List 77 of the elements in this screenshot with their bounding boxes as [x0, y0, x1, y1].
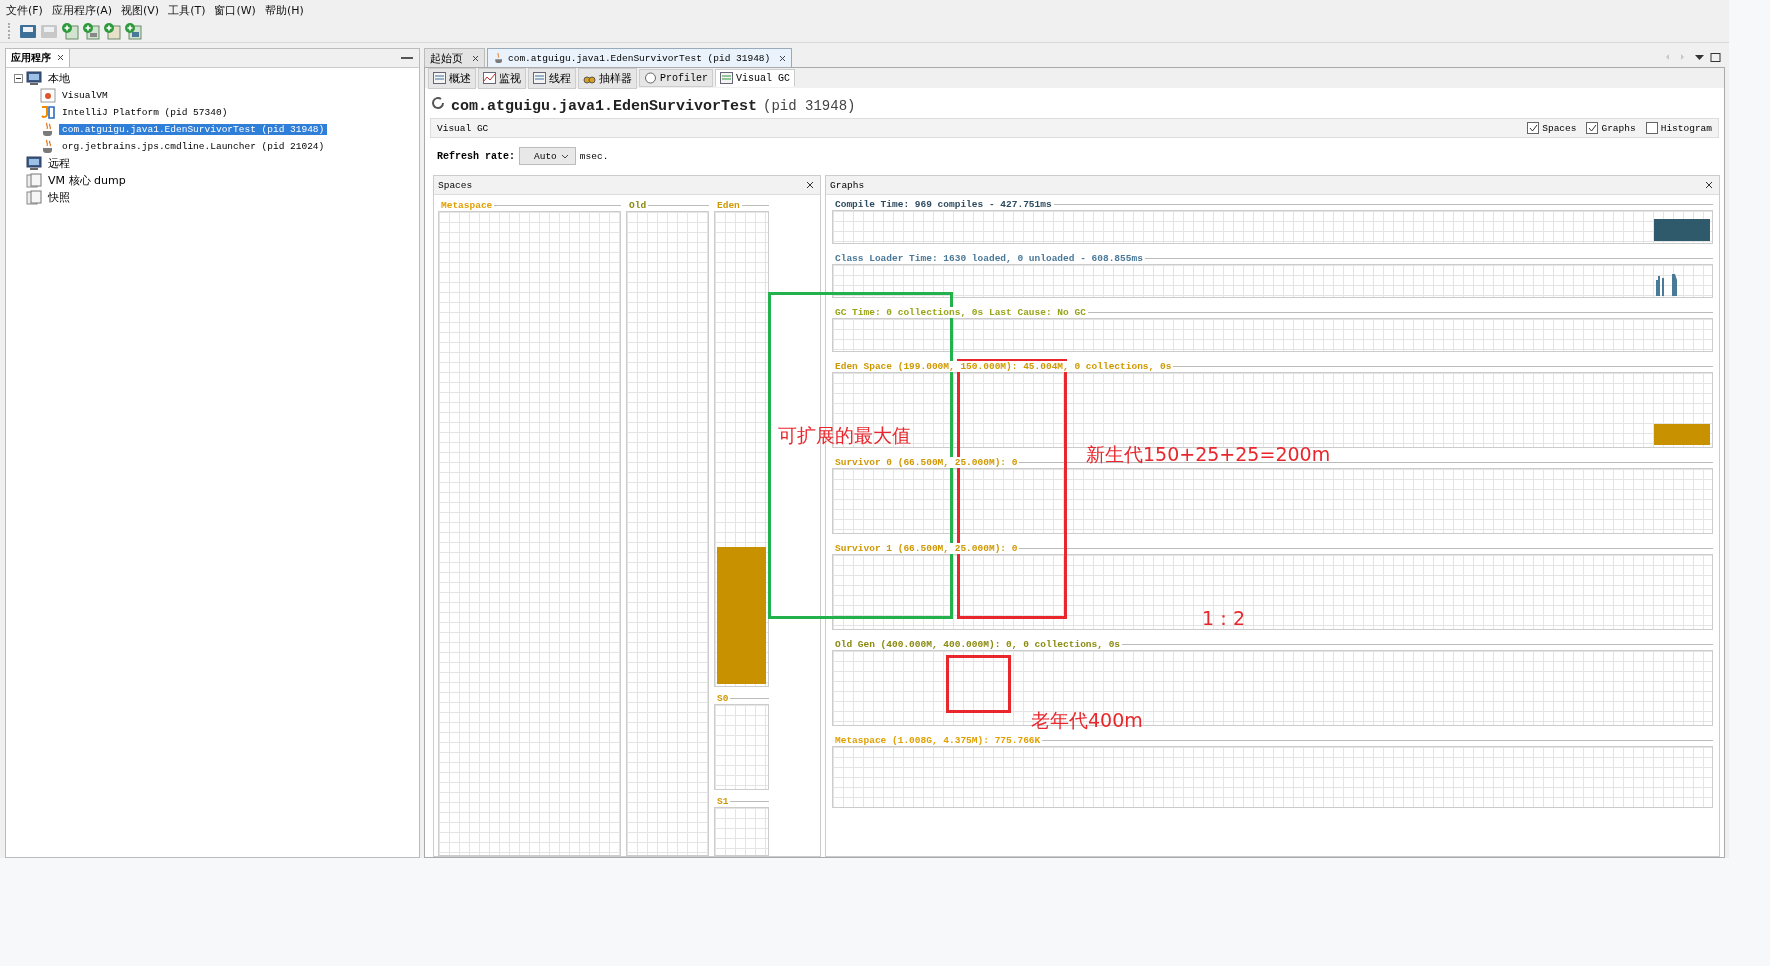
section-title: Visual GC — [437, 122, 489, 134]
annotation-text: 老年代400m — [1031, 708, 1143, 733]
view-tab[interactable]: 抽样器 — [578, 67, 637, 89]
list-icon — [720, 72, 733, 84]
list-icon — [533, 72, 546, 84]
document-icon — [26, 173, 42, 188]
check-icon — [1528, 124, 1538, 132]
panel-title: Graphs — [830, 179, 865, 191]
logo-icon — [40, 105, 56, 120]
graph-title: Eden Space (199.000M, 150.000M): 45.004M, 0 collections, 0s — [832, 360, 1172, 372]
tree-item[interactable]: 本地 — [45, 71, 73, 86]
annotation-text: 新生代150+25+25=200m — [1086, 442, 1331, 467]
view-tab[interactable]: Profiler — [639, 69, 713, 87]
space-label: S1 — [716, 795, 729, 807]
document-tab[interactable]: 起始页 — [424, 48, 485, 67]
graph-title: Old Gen (400.000M, 400.000M): 0, 0 collections, 0s — [832, 638, 1121, 650]
option-checkbox[interactable]: Spaces — [1527, 122, 1577, 134]
add-icon[interactable] — [82, 22, 100, 40]
option-checkbox[interactable]: Histogram — [1645, 122, 1712, 134]
tree-item[interactable]: VisualVM — [59, 90, 111, 101]
chevron-icon — [560, 153, 569, 159]
space-label: Old — [628, 199, 647, 211]
menu-item[interactable]: 窗口(W) — [214, 2, 256, 18]
menu-item[interactable]: 视图(V) — [121, 2, 160, 18]
close-icon[interactable] — [472, 54, 479, 62]
graph-title: GC Time: 0 collections, 0s Last Cause: No GC — [832, 306, 1086, 318]
tree-item[interactable]: 快照 — [45, 190, 73, 205]
graph-title: Class Loader Time: 1630 loaded, 0 unloaded - 608.855ms — [832, 252, 1143, 264]
menu-item[interactable]: 应用程序(A) — [51, 2, 113, 18]
app-icon — [40, 88, 56, 103]
space-label: S0 — [716, 692, 729, 704]
loading-icon — [431, 96, 445, 110]
menu-item[interactable]: 文件(F) — [6, 2, 43, 18]
close-icon[interactable] — [806, 181, 814, 189]
view-tab[interactable]: 概述 — [428, 67, 476, 89]
computer-icon — [26, 156, 42, 171]
list-icon — [433, 72, 446, 84]
add-icon[interactable] — [124, 22, 142, 40]
space-label: Eden — [716, 199, 740, 211]
chart-icon — [483, 72, 496, 84]
view-tab[interactable]: 线程 — [528, 67, 576, 89]
graph-title: Survivor 0 (66.500M, 25.000M): 0 — [832, 456, 1018, 468]
document-icon — [26, 190, 42, 205]
tree-item[interactable]: 远程 — [45, 156, 73, 171]
tree-item[interactable]: com.atguigu.java1.EdenSurvivorTest (pid 31948) — [59, 124, 328, 135]
check-icon — [1587, 124, 1597, 132]
tree-item[interactable]: VM 核心 dump — [45, 173, 129, 188]
graph-title: Compile Time: 969 compiles - 427.751ms — [832, 198, 1052, 210]
tree-item[interactable]: org.jetbrains.jps.cmdline.Launcher (pid 21024) — [59, 141, 328, 152]
refresh-label: Refresh rate: — [437, 150, 515, 162]
document-tab[interactable]: com.atguigu.java1.EdenSurvivorTest (pid 31948) — [487, 48, 793, 67]
cup-icon — [493, 52, 505, 64]
add-icon[interactable] — [103, 22, 121, 40]
close-icon[interactable] — [1705, 181, 1713, 189]
refresh-dropdown[interactable]: Auto — [519, 147, 576, 165]
close-icon[interactable] — [57, 54, 64, 61]
menu-item[interactable]: 帮助(H) — [264, 2, 304, 18]
view-tab[interactable]: 监视 — [478, 67, 526, 89]
option-checkbox[interactable]: Graphs — [1586, 122, 1636, 134]
computer-icon — [26, 71, 42, 86]
pid-label: (pid 31948) — [763, 98, 856, 114]
graph-title: Metaspace (1.008G, 4.375M): 775.766K — [832, 734, 1041, 746]
application-title: com.atguigu.java1.EdenSurvivorTest — [451, 98, 758, 115]
annotation-text: 1：2 — [1202, 606, 1246, 631]
panel-title: Spaces — [438, 179, 473, 191]
minimize-icon[interactable] — [401, 56, 413, 60]
panel-tab[interactable]: 应用程序 — [6, 49, 70, 67]
view-tab[interactable]: Visual GC — [715, 69, 796, 87]
tree-item[interactable]: IntelliJ Platform (pid 57340) — [59, 107, 231, 118]
menu-item[interactable]: 工具(T) — [168, 2, 206, 18]
close-icon[interactable] — [779, 54, 787, 62]
annotation-text: 可扩展的最大值 — [778, 423, 911, 448]
add-icon[interactable] — [61, 22, 79, 40]
collapse-icon[interactable] — [14, 74, 23, 83]
graph-title: Survivor 1 (66.500M, 25.000M): 0 — [832, 542, 1018, 554]
space-label: Metaspace — [440, 199, 493, 211]
unit-label: msec. — [579, 150, 609, 162]
